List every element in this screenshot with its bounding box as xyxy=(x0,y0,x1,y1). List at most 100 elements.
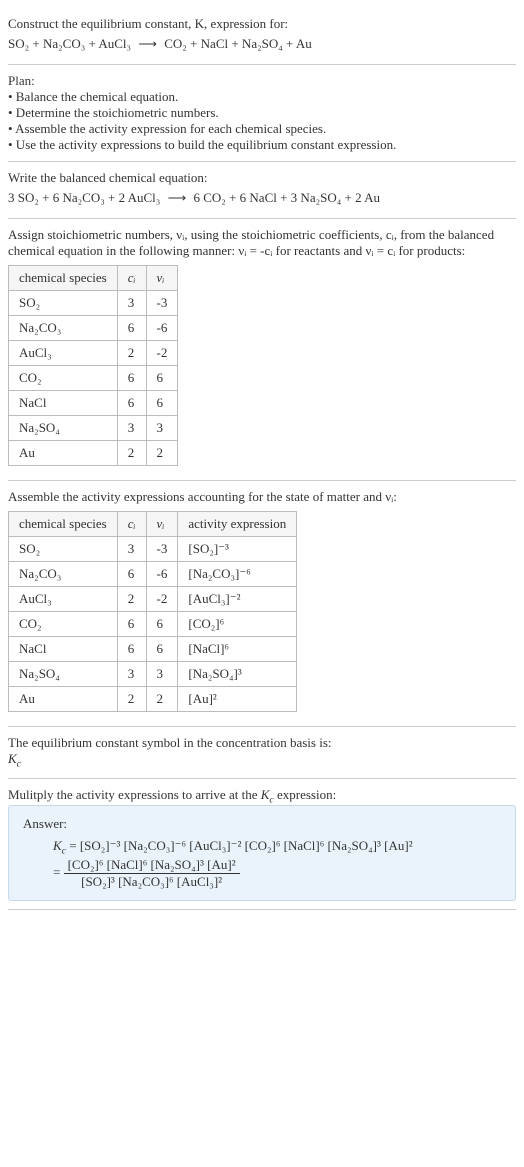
question-section: Construct the equilibrium constant, K, e… xyxy=(8,8,516,65)
col-vi: νᵢ xyxy=(146,512,178,537)
cell-a: [CO₂]⁶ xyxy=(178,612,297,637)
cell-c: 2 xyxy=(117,587,146,612)
cell-a: [NaCl]⁶ xyxy=(178,637,297,662)
eq-lhs: SO₂ + Na₂CO₃ + AuCl₃ xyxy=(8,36,131,51)
k-letter: K xyxy=(8,751,17,766)
cell-c: 6 xyxy=(117,562,146,587)
cell-c: 6 xyxy=(117,316,146,341)
cell-v: 6 xyxy=(146,391,178,416)
equals-sign: = xyxy=(53,864,64,879)
col-vi: νᵢ xyxy=(146,266,178,291)
cell-v: 3 xyxy=(146,662,178,687)
col-activity: activity expression xyxy=(178,512,297,537)
plan-title: Plan: xyxy=(8,73,516,89)
final-section: Mulitply the activity expressions to arr… xyxy=(8,779,516,910)
cell-c: 2 xyxy=(117,441,146,466)
cell-v: -3 xyxy=(146,537,178,562)
cell-c: 6 xyxy=(117,391,146,416)
kc-fraction-line: = [CO₂]⁶ [NaCl]⁶ [Na₂SO₄]³ [Au]² [SO₂]³ … xyxy=(23,857,501,890)
final-intro: Mulitply the activity expressions to arr… xyxy=(8,787,516,806)
cell-c: 3 xyxy=(117,537,146,562)
unbalanced-equation: SO₂ + Na₂CO₃ + AuCl₃ ⟶ CO₂ + NaCl + Na₂S… xyxy=(8,36,516,52)
eq-rhs: CO₂ + NaCl + Na₂SO₄ + Au xyxy=(164,36,312,51)
table-row: Na₂CO₃6-6[Na₂CO₃]⁻⁶ xyxy=(9,562,297,587)
cell-sp: CO₂ xyxy=(9,612,118,637)
numerator: [CO₂]⁶ [NaCl]⁶ [Na₂SO₄]³ [Au]² xyxy=(64,857,240,874)
cell-sp: SO₂ xyxy=(9,537,118,562)
cell-c: 2 xyxy=(117,341,146,366)
cell-c: 3 xyxy=(117,662,146,687)
col-ci: cᵢ xyxy=(117,266,146,291)
activity-table: chemical species cᵢ νᵢ activity expressi… xyxy=(8,511,297,712)
cell-v: 6 xyxy=(146,366,178,391)
plan-b2: • Determine the stoichiometric numbers. xyxy=(8,105,516,121)
k-sub: c xyxy=(17,759,21,770)
cell-sp: Na₂SO₄ xyxy=(9,662,118,687)
answer-label: Answer: xyxy=(23,816,501,832)
plan-b3: • Assemble the activity expression for e… xyxy=(8,121,516,137)
fraction: [CO₂]⁶ [NaCl]⁶ [Na₂SO₄]³ [Au]² [SO₂]³ [N… xyxy=(64,857,240,890)
balanced-equation: 3 SO₂ + 6 Na₂CO₃ + 2 AuCl₃ ⟶ 6 CO₂ + 6 N… xyxy=(8,190,516,206)
cell-a: [Au]² xyxy=(178,687,297,712)
cell-v: 3 xyxy=(146,416,178,441)
cell-sp: AuCl₃ xyxy=(9,341,118,366)
cell-a: [Na₂CO₃]⁻⁶ xyxy=(178,562,297,587)
table-row: Na₂CO₃6-6 xyxy=(9,316,178,341)
cell-sp: Na₂SO₄ xyxy=(9,416,118,441)
balanced-title: Write the balanced chemical equation: xyxy=(8,170,516,186)
cell-c: 3 xyxy=(117,416,146,441)
stoich-table: chemical species cᵢ νᵢ SO₂3-3 Na₂CO₃6-6 … xyxy=(8,265,178,466)
cell-sp: Au xyxy=(9,441,118,466)
kc-product: = [SO₂]⁻³ [Na₂CO₃]⁻⁶ [AuCl₃]⁻² [CO₂]⁶ [N… xyxy=(69,838,412,853)
cell-a: [AuCl₃]⁻² xyxy=(178,587,297,612)
answer-box: Answer: Kc = [SO₂]⁻³ [Na₂CO₃]⁻⁶ [AuCl₃]⁻… xyxy=(8,805,516,901)
balanced-lhs: 3 SO₂ + 6 Na₂CO₃ + 2 AuCl₃ xyxy=(8,190,160,205)
basis-section: The equilibrium constant symbol in the c… xyxy=(8,727,516,779)
cell-v: 6 xyxy=(146,612,178,637)
cell-sp: AuCl₃ xyxy=(9,587,118,612)
cell-c: 6 xyxy=(117,637,146,662)
table-row: AuCl₃2-2[AuCl₃]⁻² xyxy=(9,587,297,612)
table-row: CO₂66[CO₂]⁶ xyxy=(9,612,297,637)
table-row: Au22 xyxy=(9,441,178,466)
cell-sp: CO₂ xyxy=(9,366,118,391)
table-row: Na₂SO₄33 xyxy=(9,416,178,441)
cell-a: [SO₂]⁻³ xyxy=(178,537,297,562)
plan-section: Plan: • Balance the chemical equation. •… xyxy=(8,65,516,162)
table-row: Na₂SO₄33[Na₂SO₄]³ xyxy=(9,662,297,687)
table-row: NaCl66 xyxy=(9,391,178,416)
table-row: Au22[Au]² xyxy=(9,687,297,712)
basis-line: The equilibrium constant symbol in the c… xyxy=(8,735,516,751)
activity-section: Assemble the activity expressions accoun… xyxy=(8,481,516,727)
stoich-section: Assign stoichiometric numbers, νᵢ, using… xyxy=(8,219,516,481)
col-species: chemical species xyxy=(9,512,118,537)
cell-v: -2 xyxy=(146,587,178,612)
prompt-text: Construct the equilibrium constant, K, e… xyxy=(8,16,288,31)
cell-sp: NaCl xyxy=(9,637,118,662)
table-row: SO₂3-3[SO₂]⁻³ xyxy=(9,537,297,562)
col-ci: cᵢ xyxy=(117,512,146,537)
cell-v: 2 xyxy=(146,441,178,466)
table-row: NaCl66[NaCl]⁶ xyxy=(9,637,297,662)
denominator: [SO₂]³ [Na₂CO₃]⁶ [AuCl₃]² xyxy=(64,874,240,890)
kc-symbol: Kc xyxy=(8,751,516,770)
table-row: SO₂3-3 xyxy=(9,291,178,316)
cell-sp: Na₂CO₃ xyxy=(9,562,118,587)
cell-c: 6 xyxy=(117,612,146,637)
cell-v: -6 xyxy=(146,562,178,587)
cell-v: 2 xyxy=(146,687,178,712)
cell-sp: SO₂ xyxy=(9,291,118,316)
col-species: chemical species xyxy=(9,266,118,291)
cell-sp: Na₂CO₃ xyxy=(9,316,118,341)
cell-c: 2 xyxy=(117,687,146,712)
cell-v: -2 xyxy=(146,341,178,366)
table-row: CO₂66 xyxy=(9,366,178,391)
kc-left: Kc xyxy=(53,838,66,853)
cell-v: 6 xyxy=(146,637,178,662)
activity-intro: Assemble the activity expressions accoun… xyxy=(8,489,516,505)
balanced-rhs: 6 CO₂ + 6 NaCl + 3 Na₂SO₄ + 2 Au xyxy=(193,190,380,205)
arrow-icon: ⟶ xyxy=(134,36,161,51)
plan-b1: • Balance the chemical equation. xyxy=(8,89,516,105)
balanced-section: Write the balanced chemical equation: 3 … xyxy=(8,162,516,219)
cell-v: -3 xyxy=(146,291,178,316)
